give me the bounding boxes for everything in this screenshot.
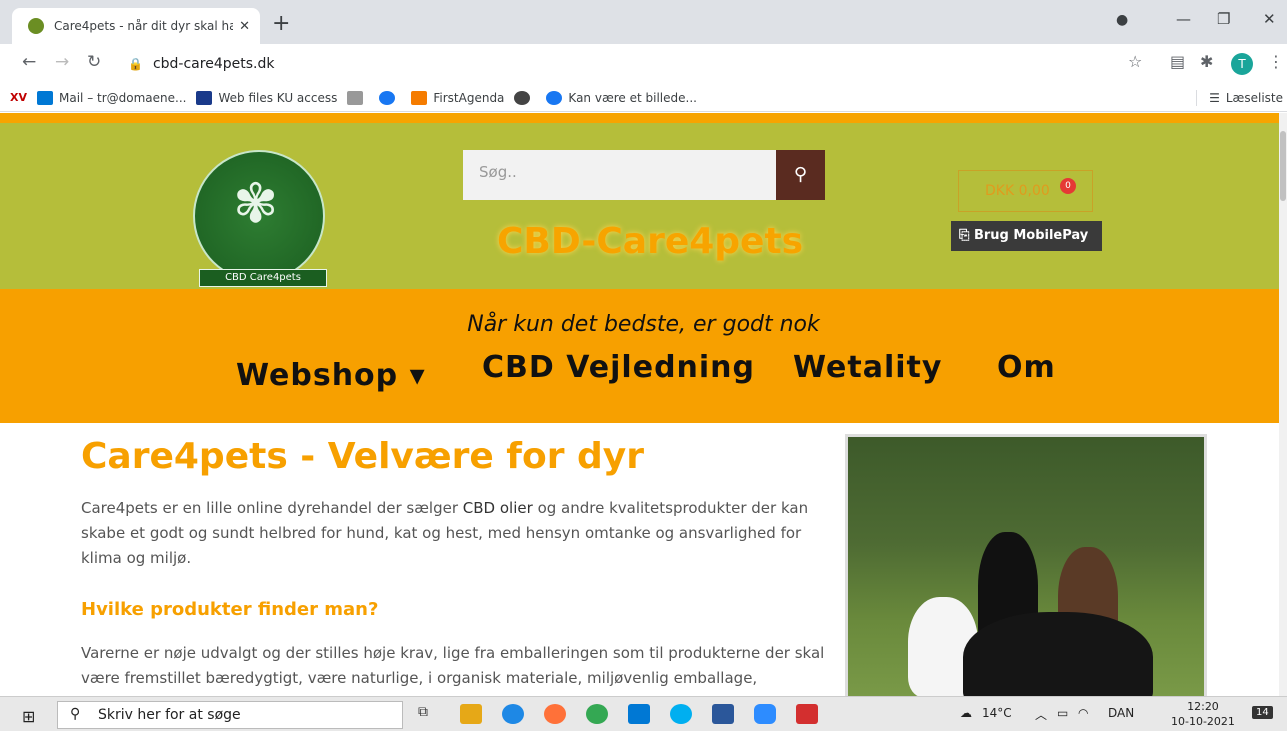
mobilepay-icon: ⎘ — [959, 228, 974, 243]
browser-toolbar: ← → ↻ 🔒 cbd-care4pets.dk ☆ ▤ ✱ T ⋮ — [0, 44, 1287, 84]
weather-icon[interactable]: ☁ — [960, 706, 972, 720]
tab-title: Care4pets - når dit dyr skal have — [54, 19, 234, 33]
back-icon[interactable]: ← — [22, 52, 36, 72]
word-icon[interactable] — [712, 704, 734, 724]
language-indicator[interactable]: DAN — [1108, 706, 1134, 720]
brand-title[interactable]: CBD-Care4pets — [497, 221, 803, 262]
intro-paragraph: Care4pets er en lille online dyrehandel … — [81, 499, 809, 567]
search-icon: ⚲ — [793, 164, 808, 185]
top-accent-bar — [0, 113, 1279, 123]
clock[interactable]: 12:20 10-10-2021 — [1171, 699, 1235, 729]
reading-list[interactable]: ☰ Læseliste — [1196, 90, 1283, 106]
firstagenda-icon — [411, 90, 428, 105]
bookmarks-bar: XV Mail – tr@domaene... Web files KU acc… — [0, 84, 1287, 112]
new-tab-icon[interactable]: + — [272, 13, 290, 35]
chrome-icon[interactable] — [586, 704, 608, 724]
facebook-icon — [379, 90, 396, 105]
windows-taskbar: ⊞ ⚲ Skriv her for at søge ⧉ ☁ 14°C ︿ ▭ ◠… — [0, 696, 1287, 731]
cart-count-badge: 0 — [1060, 178, 1076, 194]
bookmark-star-icon[interactable]: ☆ — [1128, 52, 1142, 71]
file-explorer-icon[interactable] — [460, 704, 482, 724]
search-button[interactable]: ⚲ — [776, 150, 825, 200]
firefox-icon[interactable] — [544, 704, 566, 724]
facebook-icon — [546, 90, 563, 105]
tray-chevron-icon[interactable]: ︿ — [1035, 706, 1047, 723]
extension-icon[interactable]: ▤ — [1170, 52, 1185, 71]
mobilepay-button[interactable]: ⎘ Brug MobilePay — [951, 221, 1102, 251]
dogs-photo — [845, 434, 1207, 696]
restore-icon[interactable]: ❐ — [1217, 10, 1230, 28]
tagline: Når kun det bedste, er godt nok — [467, 312, 820, 337]
bookmark-web-files[interactable]: Web files KU access — [196, 90, 337, 105]
puzzle-icon[interactable]: ✱ — [1200, 52, 1213, 71]
products-subheading: Hvilke produkter finder man? — [81, 599, 379, 620]
main-navigation: Når kun det bedste, er godt nok Webshop … — [0, 289, 1279, 423]
weather-temp[interactable]: 14°C — [982, 706, 1012, 720]
outlook-icon — [37, 90, 53, 105]
search-input[interactable]: Søg.. — [463, 150, 776, 200]
minimize-icon[interactable]: — — [1176, 10, 1191, 28]
bookmark-firstagenda[interactable]: FirstAgenda — [411, 90, 504, 105]
taskbar-search[interactable]: ⚲ Skriv her for at søge — [57, 701, 403, 729]
outlook-icon[interactable] — [628, 704, 650, 724]
site-favicon-icon — [28, 18, 44, 34]
notifications-icon[interactable]: 14 — [1252, 706, 1273, 719]
bookmark-facebook[interactable] — [379, 90, 401, 105]
address-bar[interactable]: 🔒 cbd-care4pets.dk — [112, 49, 1164, 79]
profile-avatar[interactable]: T — [1231, 53, 1253, 75]
search-icon: ⚲ — [70, 706, 81, 722]
cart-total: DKK 0,00 — [985, 183, 1050, 199]
task-view-icon[interactable]: ⧉ — [418, 704, 440, 724]
globe-icon — [514, 90, 531, 105]
reading-list-icon: ☰ — [1209, 91, 1220, 105]
bookmark-globe[interactable] — [514, 90, 536, 105]
web-page: ✾ CBD Care4pets Søg.. ⚲ CBD-Care4pets DK… — [0, 113, 1279, 696]
menu-dots-icon[interactable]: ⋮ — [1268, 52, 1284, 71]
cannabis-leaf-icon: ✾ — [233, 172, 279, 235]
black-dog-front — [963, 612, 1153, 696]
nav-webshop[interactable]: Webshop ▾ — [236, 358, 426, 393]
extension-dot-icon[interactable]: ● — [1116, 12, 1128, 28]
nav-cbd-vejledning[interactable]: CBD Vejledning — [482, 350, 755, 385]
close-tab-icon[interactable]: ✕ — [239, 19, 250, 34]
browser-tab[interactable]: Care4pets - når dit dyr skal have ✕ — [12, 8, 260, 44]
windows-start-icon[interactable]: ⊞ — [22, 707, 35, 726]
page-heading: Care4pets - Velvære for dyr — [81, 436, 644, 477]
web-files-icon — [196, 90, 213, 105]
nav-wetality[interactable]: Wetality — [793, 350, 942, 385]
nav-om[interactable]: Om — [997, 350, 1056, 385]
page-scrollbar[interactable] — [1279, 113, 1287, 696]
site-header: ✾ CBD Care4pets Søg.. ⚲ CBD-Care4pets DK… — [0, 123, 1279, 289]
tab-strip: Care4pets - når dit dyr skal have ✕ + ● … — [0, 0, 1287, 44]
reload-icon[interactable]: ↻ — [87, 52, 101, 72]
cbd-olier-link[interactable]: CBD olier — [463, 499, 533, 517]
url-text: cbd-care4pets.dk — [152, 56, 275, 72]
scrollbar-thumb[interactable] — [1280, 131, 1286, 201]
products-paragraph: Varerne er nøje udvalgt og der stilles h… — [81, 644, 825, 696]
zoom-icon[interactable] — [754, 704, 776, 724]
bookmark-logo[interactable] — [347, 90, 369, 105]
bookmark-mail[interactable]: Mail – tr@domaene... — [37, 90, 186, 105]
cart-button[interactable]: DKK 0,00 0 — [958, 170, 1093, 212]
forward-icon[interactable]: → — [55, 52, 69, 72]
bookmark-logo-icon — [347, 90, 364, 105]
bookmark-xv[interactable]: XV — [10, 91, 27, 104]
edge-icon[interactable] — [502, 704, 524, 724]
lock-icon: 🔒 — [128, 57, 143, 71]
close-window-icon[interactable]: ✕ — [1263, 10, 1276, 28]
skype-icon[interactable] — [670, 704, 692, 724]
bookmark-facebook-image[interactable]: Kan være et billede... — [546, 90, 697, 105]
battery-icon[interactable]: ▭ — [1057, 706, 1068, 720]
site-logo[interactable]: ✾ CBD Care4pets — [193, 150, 327, 287]
acrobat-icon[interactable] — [796, 704, 818, 724]
logo-caption: CBD Care4pets — [199, 269, 327, 287]
wifi-icon[interactable]: ◠ — [1078, 706, 1088, 720]
